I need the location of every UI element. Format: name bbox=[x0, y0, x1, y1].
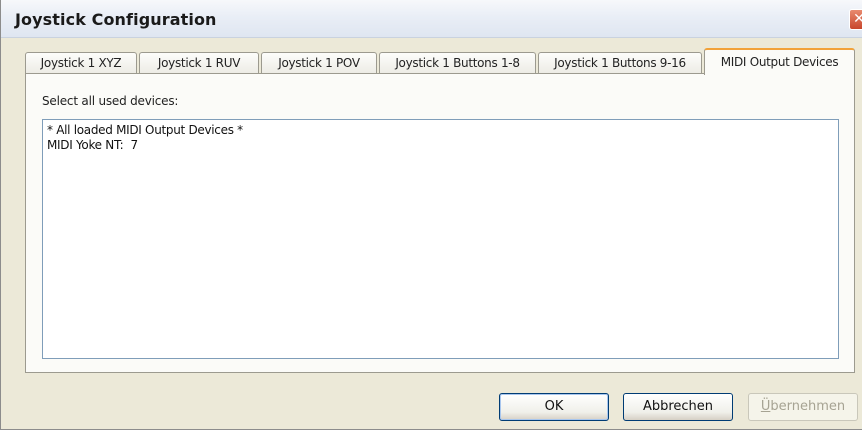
cancel-button[interactable]: Abbrechen bbox=[623, 393, 733, 421]
ok-button[interactable]: OK bbox=[499, 393, 609, 421]
tab-joystick-1-buttons-9-16[interactable]: Joystick 1 Buttons 9-16 bbox=[538, 52, 702, 74]
devices-label: Select all used devices: bbox=[42, 94, 179, 108]
tab-panel-midi-output-devices: Select all used devices: * All loaded MI… bbox=[25, 73, 855, 373]
title-bar[interactable]: Joystick Configuration ✕ bbox=[1, 0, 862, 38]
dialog-window: Joystick Configuration ✕ Joystick 1 XYZ … bbox=[0, 0, 862, 430]
close-icon[interactable]: ✕ bbox=[849, 9, 862, 30]
apply-label: bernehmen bbox=[770, 399, 846, 414]
apply-button[interactable]: Übernehmen bbox=[748, 393, 858, 421]
tab-midi-output-devices[interactable]: MIDI Output Devices bbox=[704, 48, 855, 75]
tab-joystick-1-buttons-1-8[interactable]: Joystick 1 Buttons 1-8 bbox=[379, 52, 536, 74]
tab-joystick-1-pov[interactable]: Joystick 1 POV bbox=[261, 52, 377, 74]
list-item[interactable]: MIDI Yoke NT: 7 bbox=[47, 138, 834, 153]
tab-joystick-1-xyz[interactable]: Joystick 1 XYZ bbox=[25, 52, 137, 74]
list-item[interactable]: * All loaded MIDI Output Devices * bbox=[47, 123, 834, 138]
apply-mnemonic: Ü bbox=[760, 399, 771, 414]
tab-joystick-1-ruv[interactable]: Joystick 1 RUV bbox=[139, 52, 259, 74]
window-title: Joystick Configuration bbox=[15, 10, 217, 29]
midi-devices-listbox[interactable]: * All loaded MIDI Output Devices * MIDI … bbox=[42, 119, 839, 359]
